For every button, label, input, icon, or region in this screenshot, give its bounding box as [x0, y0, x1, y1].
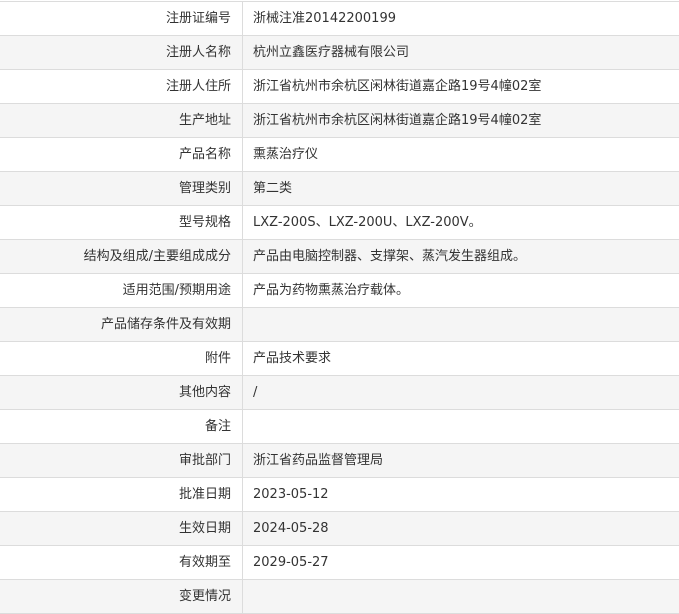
value-registrant-name: 杭州立鑫医疗器械有限公司: [243, 36, 679, 69]
row-production-address: 生产地址 浙江省杭州市余杭区闲林街道嘉企路19号4幢02室: [0, 104, 679, 138]
row-approval-date: 批准日期 2023-05-12: [0, 478, 679, 512]
row-approval-department: 审批部门 浙江省药品监督管理局: [0, 444, 679, 478]
row-product-name: 产品名称 熏蒸治疗仪: [0, 138, 679, 172]
row-change-status: 变更情况: [0, 580, 679, 614]
label-effective-date: 生效日期: [0, 512, 243, 545]
label-intended-use: 适用范围/预期用途: [0, 274, 243, 307]
registration-detail-table: 注册证编号 浙械注准20142200199 注册人名称 杭州立鑫医疗器械有限公司…: [0, 1, 679, 614]
row-effective-date: 生效日期 2024-05-28: [0, 512, 679, 546]
row-storage-conditions: 产品储存条件及有效期: [0, 308, 679, 342]
label-attachment: 附件: [0, 342, 243, 375]
label-valid-until: 有效期至: [0, 546, 243, 579]
value-structure-composition: 产品由电脑控制器、支撑架、蒸汽发生器组成。: [243, 240, 679, 273]
label-management-category: 管理类别: [0, 172, 243, 205]
value-production-address: 浙江省杭州市余杭区闲林街道嘉企路19号4幢02室: [243, 104, 679, 137]
value-registration-number: 浙械注准20142200199: [253, 11, 396, 26]
label-change-status: 变更情况: [0, 580, 243, 613]
label-approval-department: 审批部门: [0, 444, 243, 477]
value-other-content: /: [243, 376, 679, 409]
label-production-address: 生产地址: [0, 104, 243, 137]
row-remarks: 备注: [0, 410, 679, 444]
value-intended-use: 产品为药物熏蒸治疗载体。: [253, 283, 410, 298]
value-attachment: 产品技术要求: [253, 351, 332, 366]
row-other-content: 其他内容 /: [0, 376, 679, 410]
label-storage-conditions: 产品储存条件及有效期: [0, 308, 243, 341]
label-approval-date: 批准日期: [0, 478, 243, 511]
row-intended-use: 适用范围/预期用途 产品为药物熏蒸治疗载体。: [0, 274, 679, 308]
label-structure-composition: 结构及组成/主要组成成分: [0, 240, 243, 273]
row-structure-composition: 结构及组成/主要组成成分 产品由电脑控制器、支撑架、蒸汽发生器组成。: [0, 240, 679, 274]
value-registrant-address: 浙江省杭州市余杭区闲林街道嘉企路19号4幢02室: [253, 79, 542, 94]
value-approval-department: 浙江省药品监督管理局: [243, 444, 679, 477]
value-effective-date: 2024-05-28: [243, 512, 679, 545]
value-management-category: 第二类: [243, 172, 679, 205]
value-model-spec: LXZ-200S、LXZ-200U、LXZ-200V。: [253, 215, 482, 230]
value-approval-date: 2023-05-12: [253, 487, 329, 502]
value-product-name: 熏蒸治疗仪: [253, 147, 319, 162]
row-management-category: 管理类别 第二类: [0, 172, 679, 206]
label-registration-number: 注册证编号: [0, 2, 243, 35]
value-valid-until: 2029-05-27: [253, 555, 329, 570]
row-registration-number: 注册证编号 浙械注准20142200199: [0, 2, 679, 36]
label-other-content: 其他内容: [0, 376, 243, 409]
label-remarks: 备注: [0, 410, 243, 443]
row-registrant-name: 注册人名称 杭州立鑫医疗器械有限公司: [0, 36, 679, 70]
value-remarks: [243, 410, 679, 443]
label-product-name: 产品名称: [0, 138, 243, 171]
row-valid-until: 有效期至 2029-05-27: [0, 546, 679, 580]
value-storage-conditions: [243, 308, 679, 341]
row-registrant-address: 注册人住所 浙江省杭州市余杭区闲林街道嘉企路19号4幢02室: [0, 70, 679, 104]
label-registrant-name: 注册人名称: [0, 36, 243, 69]
label-registrant-address: 注册人住所: [0, 70, 243, 103]
label-model-spec: 型号规格: [0, 206, 243, 239]
value-change-status: [243, 580, 679, 613]
row-model-spec: 型号规格 LXZ-200S、LXZ-200U、LXZ-200V。: [0, 206, 679, 240]
row-attachment: 附件 产品技术要求: [0, 342, 679, 376]
